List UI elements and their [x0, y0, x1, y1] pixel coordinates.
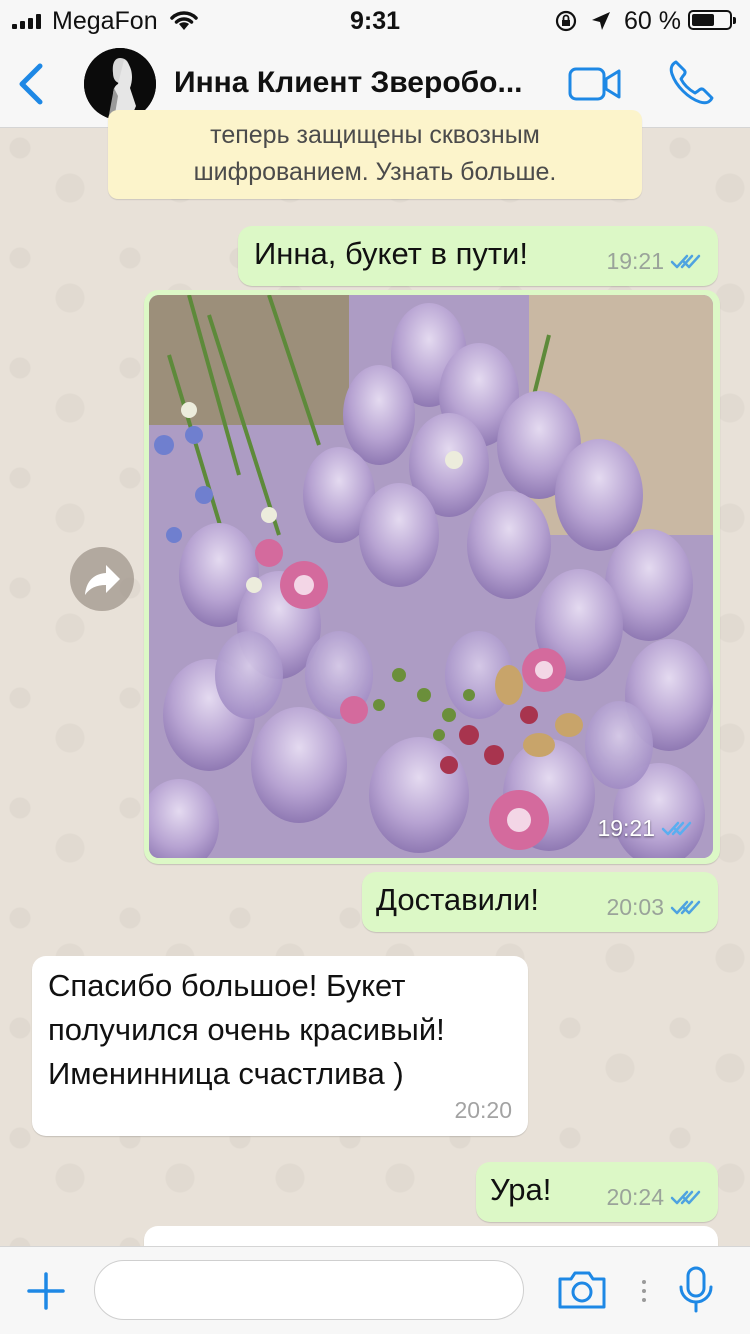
phone-call-icon[interactable]: [666, 58, 716, 113]
chat-title[interactable]: Инна Клиент Зверобо...: [174, 66, 554, 100]
message-time: 20:03: [606, 894, 664, 920]
read-receipt-icon: [670, 1190, 701, 1204]
bouquet-photo[interactable]: 19:21: [149, 295, 713, 858]
message-meta: 19:21: [606, 248, 702, 275]
message-meta: 20:24: [606, 1184, 702, 1211]
read-receipt-icon: [661, 821, 692, 835]
message-line: Спасибо большое! Букет: [48, 968, 406, 1003]
battery-fill: [692, 14, 714, 26]
message-bubble-outgoing[interactable]: Доставили! 20:03: [362, 872, 718, 932]
battery-icon: [688, 10, 736, 30]
video-call-icon[interactable]: [568, 66, 622, 107]
message-text: Ура!: [490, 1172, 552, 1207]
message-time: 20:20: [454, 1097, 512, 1123]
message-line: Именинница счастлива ): [48, 1056, 404, 1091]
location-arrow-icon: [590, 10, 612, 37]
encryption-notice-line2: шифрованием. Узнать больше.: [193, 158, 557, 186]
encryption-notice[interactable]: теперь защищены сквозным шифрованием. Уз…: [108, 110, 642, 199]
message-bubble-outgoing[interactable]: Ура! 20:24: [476, 1162, 718, 1222]
forward-icon: [85, 565, 120, 595]
image-message-bubble[interactable]: 19:21: [144, 290, 720, 864]
message-text: Доставили!: [376, 882, 539, 917]
read-receipt-icon: [670, 900, 701, 914]
chevron-left-icon[interactable]: [14, 62, 48, 111]
microphone-icon[interactable]: [676, 1265, 716, 1320]
orientation-lock-icon: [554, 9, 578, 38]
message-meta: 20:20: [454, 1097, 512, 1124]
forward-button[interactable]: [70, 547, 134, 611]
status-bar: MegaFon 9:31 60 %: [0, 0, 750, 40]
message-time: 20:24: [606, 1184, 664, 1210]
read-receipt-icon: [670, 254, 701, 268]
message-input-bar: [0, 1246, 750, 1334]
message-bubble-outgoing[interactable]: Инна, букет в пути! 19:21: [238, 226, 718, 286]
message-text: Спасибо большое! Букет получился очень к…: [48, 964, 445, 1096]
camera-icon[interactable]: [556, 1269, 608, 1316]
message-meta: 20:03: [606, 894, 702, 921]
message-time: 19:21: [597, 815, 655, 841]
message-time: 19:21: [606, 248, 664, 274]
battery-percent: 60 %: [624, 7, 681, 35]
image-message-meta: 19:21: [597, 815, 693, 842]
message-text: Инна, букет в пути!: [254, 236, 528, 271]
more-dots-icon: [640, 1279, 648, 1308]
plus-icon[interactable]: [26, 1271, 66, 1316]
message-input[interactable]: [94, 1260, 524, 1320]
message-line: получился очень красивый!: [48, 1012, 445, 1047]
message-bubble-incoming[interactable]: Спасибо большое! Букет получился очень к…: [32, 956, 528, 1136]
encryption-notice-line1: теперь защищены сквозным: [210, 121, 540, 149]
